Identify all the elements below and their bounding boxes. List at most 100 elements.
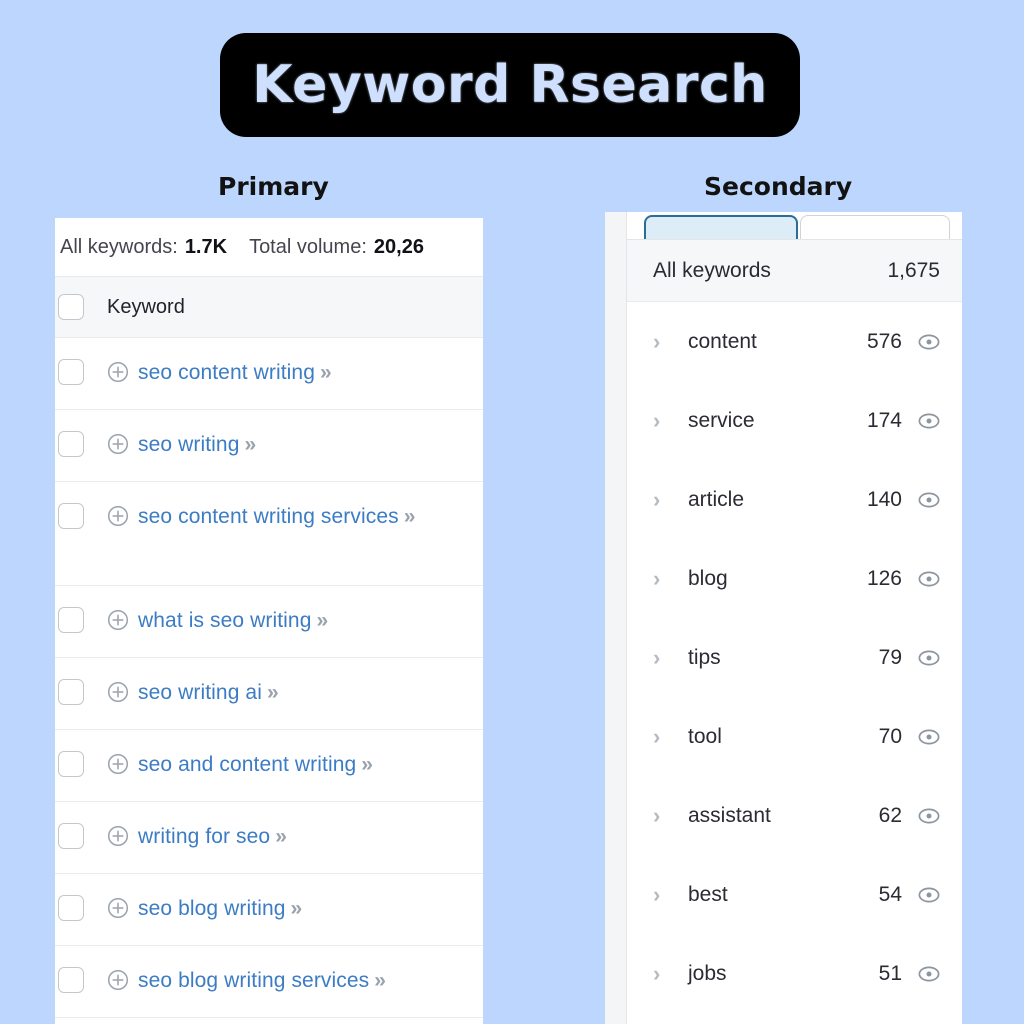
keyword-group-label: best xyxy=(688,882,728,906)
circled-plus-icon[interactable] xyxy=(107,361,129,383)
circled-plus-icon[interactable] xyxy=(107,897,129,919)
keyword-group-count: 576 xyxy=(866,329,902,353)
circled-plus-icon[interactable] xyxy=(107,433,129,455)
primary-summary-bar: All keywords: 1.7K Total volume: 20,26 xyxy=(55,218,483,276)
keyword-group-row[interactable]: › article 140 xyxy=(627,460,962,539)
eye-icon[interactable] xyxy=(918,963,940,985)
circled-plus-icon[interactable] xyxy=(107,969,129,991)
keyword-group-row[interactable]: › blog 126 xyxy=(627,539,962,618)
expand-keyword-icon[interactable]: » xyxy=(320,361,332,384)
keyword-group-row[interactable]: › assistant 62 xyxy=(627,776,962,855)
primary-keyword-panel: All keywords: 1.7K Total volume: 20,26 K… xyxy=(55,218,483,1024)
keyword-group-count: 54 xyxy=(878,882,902,906)
expand-keyword-icon[interactable]: » xyxy=(244,433,256,456)
circled-plus-icon[interactable] xyxy=(107,825,129,847)
keyword-link[interactable]: seo blog writing services xyxy=(138,969,369,992)
keyword-row-checkbox[interactable] xyxy=(58,359,84,385)
total-volume-label: Total volume: xyxy=(249,235,367,258)
eye-icon[interactable] xyxy=(918,489,940,511)
keyword-row-checkbox[interactable] xyxy=(58,823,84,849)
keyword-link[interactable]: what is seo writing xyxy=(138,609,311,632)
keyword-group-count: 51 xyxy=(878,961,902,985)
keyword-link[interactable]: writing for seo xyxy=(138,825,270,848)
total-volume-value: 20,26 xyxy=(373,235,424,258)
keyword-table-header: Keyword xyxy=(55,276,483,338)
eye-icon[interactable] xyxy=(918,331,940,353)
keyword-group-row[interactable]: › tool 70 xyxy=(627,697,962,776)
expand-keyword-icon[interactable]: » xyxy=(291,897,303,920)
keyword-row[interactable]: writing for seo» xyxy=(55,802,483,874)
keyword-link[interactable]: seo content writing services xyxy=(138,505,399,528)
expand-keyword-icon[interactable]: » xyxy=(404,505,416,528)
keyword-row-checkbox[interactable] xyxy=(58,967,84,993)
keyword-row-body: seo and content writing» xyxy=(107,751,483,780)
all-keywords-value: 1.7K xyxy=(184,235,228,258)
keyword-row[interactable]: what is seo writing» xyxy=(55,586,483,658)
keyword-row[interactable]: seo content writing services» xyxy=(55,482,483,586)
keyword-row-checkbox[interactable] xyxy=(58,895,84,921)
circled-plus-icon[interactable] xyxy=(107,681,129,703)
keyword-row-checkbox[interactable] xyxy=(58,431,84,457)
chevron-right-icon[interactable]: › xyxy=(653,962,669,985)
expand-keyword-icon[interactable]: » xyxy=(374,969,386,992)
keyword-table-body: seo content writing» seo writing» seo cont… xyxy=(55,338,483,1018)
chevron-right-icon[interactable]: › xyxy=(653,567,669,590)
keyword-row[interactable]: seo content writing» xyxy=(55,338,483,410)
keyword-group-label: blog xyxy=(688,566,728,590)
all-keywords-row[interactable]: All keywords 1,675 xyxy=(627,240,962,302)
page-title: Keyword Rsearch xyxy=(252,55,768,115)
eye-icon[interactable] xyxy=(918,647,940,669)
keyword-row[interactable]: seo blog writing services» xyxy=(55,946,483,1018)
keyword-row-checkbox[interactable] xyxy=(58,503,84,529)
eye-icon[interactable] xyxy=(918,726,940,748)
keyword-row[interactable]: seo blog writing» xyxy=(55,874,483,946)
eye-icon[interactable] xyxy=(918,805,940,827)
circled-plus-icon[interactable] xyxy=(107,609,129,631)
chevron-right-icon[interactable]: › xyxy=(653,725,669,748)
keyword-group-row[interactable]: › jobs 51 xyxy=(627,934,962,1013)
expand-keyword-icon[interactable]: » xyxy=(275,825,287,848)
keyword-link[interactable]: seo content writing xyxy=(138,361,315,384)
select-all-checkbox[interactable] xyxy=(58,294,84,320)
expand-keyword-icon[interactable]: » xyxy=(316,609,328,632)
chevron-right-icon[interactable]: › xyxy=(653,488,669,511)
chevron-right-icon[interactable]: › xyxy=(653,330,669,353)
tab-inactive[interactable] xyxy=(800,215,950,239)
chevron-right-icon[interactable]: › xyxy=(653,646,669,669)
keyword-link[interactable]: seo blog writing xyxy=(138,897,286,920)
all-keywords-label: All keywords: xyxy=(60,235,178,258)
eye-icon[interactable] xyxy=(918,884,940,906)
keyword-group-row[interactable]: › tips 79 xyxy=(627,618,962,697)
circled-plus-icon[interactable] xyxy=(107,753,129,775)
keyword-row-checkbox[interactable] xyxy=(58,751,84,777)
keyword-column-title: Keyword xyxy=(107,295,185,318)
keyword-row-checkbox[interactable] xyxy=(58,607,84,633)
keyword-link[interactable]: seo writing ai xyxy=(138,681,262,704)
keyword-group-row[interactable]: › service 174 xyxy=(627,381,962,460)
keyword-row[interactable]: seo writing» xyxy=(55,410,483,482)
keyword-row[interactable]: seo writing ai» xyxy=(55,658,483,730)
keyword-link[interactable]: seo writing xyxy=(138,433,239,456)
eye-icon[interactable] xyxy=(918,568,940,590)
tab-active[interactable] xyxy=(644,215,798,239)
chevron-right-icon[interactable]: › xyxy=(653,409,669,432)
keyword-group-count: 140 xyxy=(866,487,902,511)
keyword-group-count: 79 xyxy=(878,645,902,669)
keyword-group-count: 126 xyxy=(866,566,902,590)
all-keywords-row-count: 1,675 xyxy=(887,258,940,282)
secondary-column-caption: Secondary xyxy=(704,172,853,201)
chevron-right-icon[interactable]: › xyxy=(653,883,669,906)
eye-icon[interactable] xyxy=(918,410,940,432)
expand-keyword-icon[interactable]: » xyxy=(267,681,279,704)
keyword-group-count: 174 xyxy=(866,408,902,432)
keyword-group-label: content xyxy=(688,329,757,353)
keyword-row-checkbox[interactable] xyxy=(58,679,84,705)
keyword-group-row[interactable]: › content 576 xyxy=(627,302,962,381)
keyword-row[interactable]: seo and content writing» xyxy=(55,730,483,802)
keyword-group-row[interactable]: › best 54 xyxy=(627,855,962,934)
chevron-right-icon[interactable]: › xyxy=(653,804,669,827)
keyword-group-label: tool xyxy=(688,724,722,748)
keyword-link[interactable]: seo and content writing xyxy=(138,753,356,776)
expand-keyword-icon[interactable]: » xyxy=(361,753,373,776)
circled-plus-icon[interactable] xyxy=(107,505,129,527)
